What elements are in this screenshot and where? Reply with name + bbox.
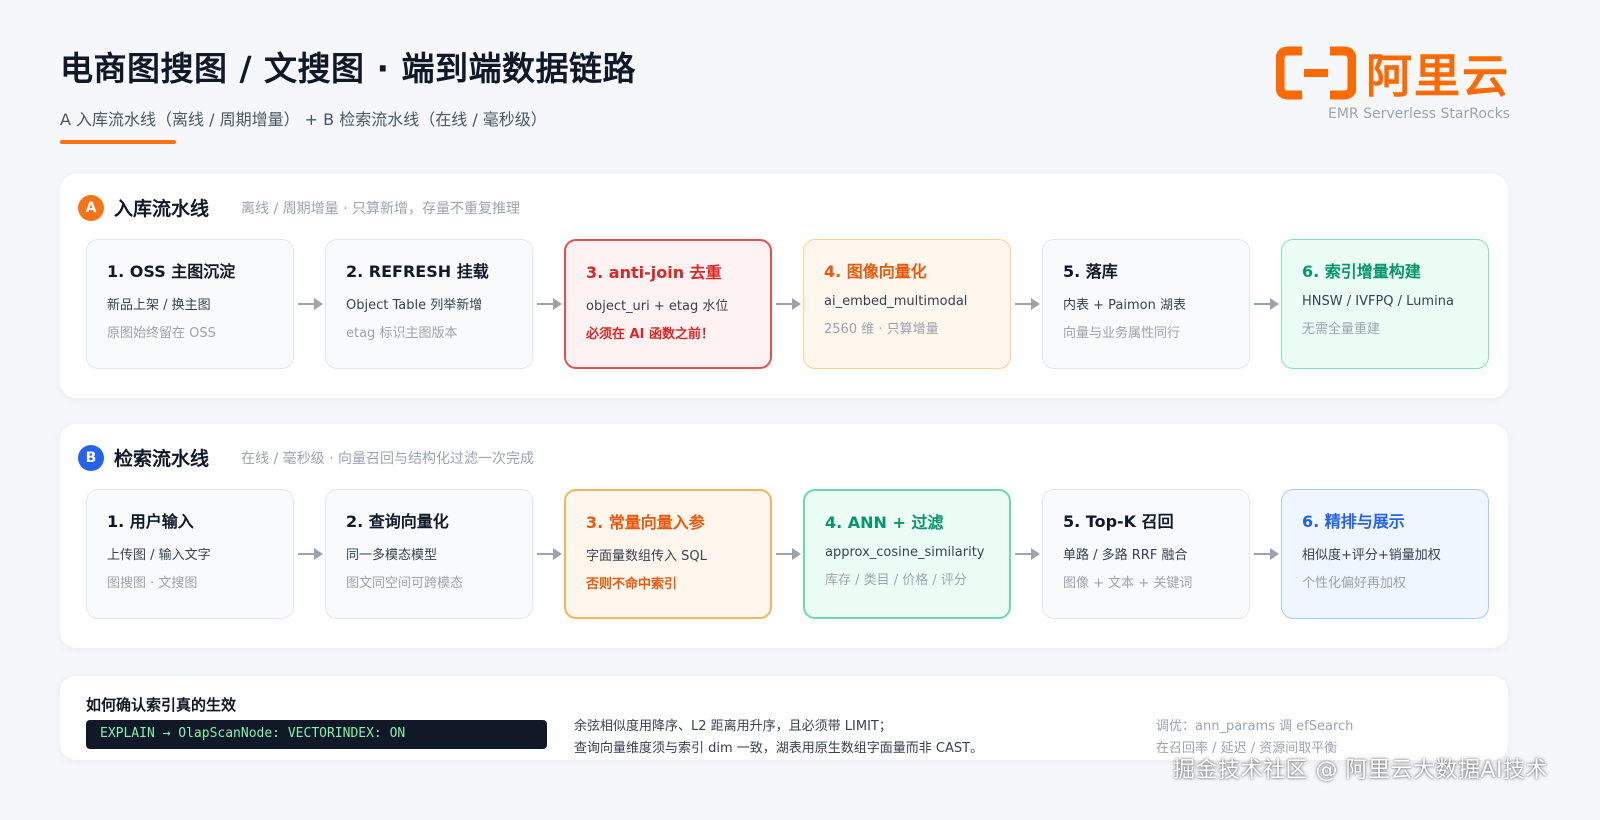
pipeline-a-panel: A 入库流水线 离线 / 周期增量 · 只算新增，存量不重复推理 1. OSS … <box>60 174 1508 398</box>
pipeline-b-name: 检索流水线 <box>114 448 210 470</box>
arrow-right-icon <box>296 546 324 562</box>
step-note: 必须在 AI 函数之前！ <box>586 327 714 342</box>
pipeline-a-step-3: 3. anti-join 去重 object_uri + etag 水位 必须在… <box>564 239 772 369</box>
step-title: 5. Top-K 召回 <box>1063 512 1174 531</box>
step-title: 4. 图像向量化 <box>824 262 927 281</box>
step-line: 内表 + Paimon 湖表 <box>1063 298 1186 313</box>
pipeline-b-step-3: 3. 常量向量入参 字面量数组传入 SQL 否则不命中索引 <box>564 489 772 619</box>
step-title: 1. OSS 主图沉淀 <box>107 262 236 281</box>
alibaba-cloud-logo-icon <box>1275 45 1357 101</box>
pipeline-b-step-5: 5. Top-K 召回 单路 / 多路 RRF 融合 图像 + 文本 + 关键词 <box>1042 489 1250 619</box>
step-note: 2560 维 · 只算增量 <box>824 322 939 337</box>
pipeline-b-desc: 在线 / 毫秒级 · 向量召回与结构化过滤一次完成 <box>241 450 534 467</box>
pipeline-b-step-1: 1. 用户输入 上传图 / 输入文字 图搜图 · 文搜图 <box>86 489 294 619</box>
step-note: 图搜图 · 文搜图 <box>107 576 198 591</box>
step-line: 字面量数组传入 SQL <box>586 549 707 564</box>
pipeline-a-header: A 入库流水线 离线 / 周期增量 · 只算新增，存量不重复推理 <box>78 194 520 221</box>
verify-note-line: 余弦相似度用降序、L2 距离用升序，且必须带 LIMIT； <box>574 719 892 734</box>
verify-notes: 余弦相似度用降序、L2 距离用升序，且必须带 LIMIT； 查询向量维度须与索引… <box>574 716 983 760</box>
step-line: 上传图 / 输入文字 <box>107 548 211 563</box>
pipeline-b-steps: 1. 用户输入 上传图 / 输入文字 图搜图 · 文搜图 2. 查询向量化 同一… <box>86 489 1489 619</box>
step-line: object_uri + etag 水位 <box>586 299 729 314</box>
arrow-right-icon <box>1013 546 1041 562</box>
step-line: 单路 / 多路 RRF 融合 <box>1063 548 1188 563</box>
pipeline-a-step-5: 5. 落库 内表 + Paimon 湖表 向量与业务属性同行 <box>1042 239 1250 369</box>
header: 电商图搜图 / 文搜图 · 端到端数据链路 A 入库流水线（离线 / 周期增量）… <box>60 42 636 144</box>
step-line: 同一多模态模型 <box>346 548 438 563</box>
pipeline-b-step-4: 4. ANN + 过滤 approx_cosine_similarity 库存 … <box>803 489 1011 619</box>
brand: 阿里云 EMR Serverless StarRocks <box>1270 40 1510 130</box>
step-line: approx_cosine_similarity <box>825 545 985 560</box>
title-underline <box>60 140 176 144</box>
step-note: 原图始终留在 OSS <box>107 326 216 341</box>
step-title: 6. 精排与展示 <box>1302 512 1405 531</box>
page-subtitle: A 入库流水线（离线 / 周期增量） + B 检索流水线（在线 / 毫秒级） <box>60 110 547 129</box>
step-note: etag 标识主图版本 <box>346 326 458 341</box>
pipeline-b-step-2: 2. 查询向量化 同一多模态模型 图文同空间可跨模态 <box>325 489 533 619</box>
step-note: 图文同空间可跨模态 <box>346 576 464 591</box>
arrow-right-icon <box>774 546 802 562</box>
brand-name: 阿里云 <box>1366 49 1510 103</box>
pipeline-a-steps: 1. OSS 主图沉淀 新品上架 / 换主图 原图始终留在 OSS 2. REF… <box>86 239 1489 369</box>
arrow-right-icon <box>1252 546 1280 562</box>
arrow-right-icon <box>1252 296 1280 312</box>
pipeline-b-header: B 检索流水线 在线 / 毫秒级 · 向量召回与结构化过滤一次完成 <box>78 444 534 471</box>
pipeline-a-name: 入库流水线 <box>114 198 210 220</box>
pipeline-b-step-6: 6. 精排与展示 相似度+评分+销量加权 个性化偏好再加权 <box>1281 489 1489 619</box>
step-title: 3. 常量向量入参 <box>586 513 705 532</box>
pipeline-a-step-1: 1. OSS 主图沉淀 新品上架 / 换主图 原图始终留在 OSS <box>86 239 294 369</box>
arrow-right-icon <box>296 296 324 312</box>
pipeline-a-desc: 离线 / 周期增量 · 只算新增，存量不重复推理 <box>241 200 520 217</box>
step-title: 2. REFRESH 挂载 <box>346 262 489 281</box>
tuning-note-line: 调优：ann_params 调 efSearch <box>1156 719 1354 734</box>
arrow-right-icon <box>774 296 802 312</box>
step-line: Object Table 列举新增 <box>346 298 483 313</box>
arrow-right-icon <box>1013 296 1041 312</box>
step-line: HNSW / IVFPQ / Lumina <box>1302 294 1454 309</box>
step-note: 图像 + 文本 + 关键词 <box>1063 576 1193 591</box>
step-line: ai_embed_multimodal <box>824 294 968 309</box>
step-line: 新品上架 / 换主图 <box>107 298 211 313</box>
watermark: 掘金技术社区 @ 阿里云大数据AI技术 <box>1172 758 1548 783</box>
step-title: 3. anti-join 去重 <box>586 263 722 282</box>
page-title: 电商图搜图 / 文搜图 · 端到端数据链路 <box>60 49 637 88</box>
step-note: 库存 / 类目 / 价格 / 评分 <box>825 573 967 588</box>
pipeline-a-badge: A <box>78 194 104 221</box>
step-title: 1. 用户输入 <box>107 512 194 531</box>
step-note: 否则不命中索引 <box>586 577 678 592</box>
step-title: 2. 查询向量化 <box>346 512 449 531</box>
pipeline-b-panel: B 检索流水线 在线 / 毫秒级 · 向量召回与结构化过滤一次完成 1. 用户输… <box>60 424 1508 648</box>
step-line: 相似度+评分+销量加权 <box>1302 548 1441 563</box>
step-title: 4. ANN + 过滤 <box>825 513 944 532</box>
pipeline-b-badge: B <box>78 444 104 471</box>
pipeline-a-step-6: 6. 索引增量构建 HNSW / IVFPQ / Lumina 无需全量重建 <box>1281 239 1489 369</box>
brand-product: EMR Serverless StarRocks <box>1327 106 1510 122</box>
verify-title: 如何确认索引真的生效 <box>86 696 237 714</box>
pipeline-a-step-2: 2. REFRESH 挂载 Object Table 列举新增 etag 标识主… <box>325 239 533 369</box>
explain-code-block: EXPLAIN → OlapScanNode: VECTORINDEX: ON <box>86 720 547 749</box>
arrow-right-icon <box>535 546 563 562</box>
verify-note-line: 查询向量维度须与索引 dim 一致，湖表用原生数组字面量而非 CAST。 <box>574 741 984 756</box>
step-note: 向量与业务属性同行 <box>1063 326 1181 341</box>
step-title: 6. 索引增量构建 <box>1302 262 1421 281</box>
step-note: 个性化偏好再加权 <box>1302 576 1407 591</box>
brand-logo: 阿里云 <box>1275 40 1510 106</box>
arrow-right-icon <box>535 296 563 312</box>
verify-panel: 如何确认索引真的生效 EXPLAIN → OlapScanNode: VECTO… <box>60 676 1508 760</box>
step-title: 5. 落库 <box>1063 262 1118 281</box>
pipeline-a-step-4: 4. 图像向量化 ai_embed_multimodal 2560 维 · 只算… <box>803 239 1011 369</box>
step-note: 无需全量重建 <box>1302 322 1381 337</box>
